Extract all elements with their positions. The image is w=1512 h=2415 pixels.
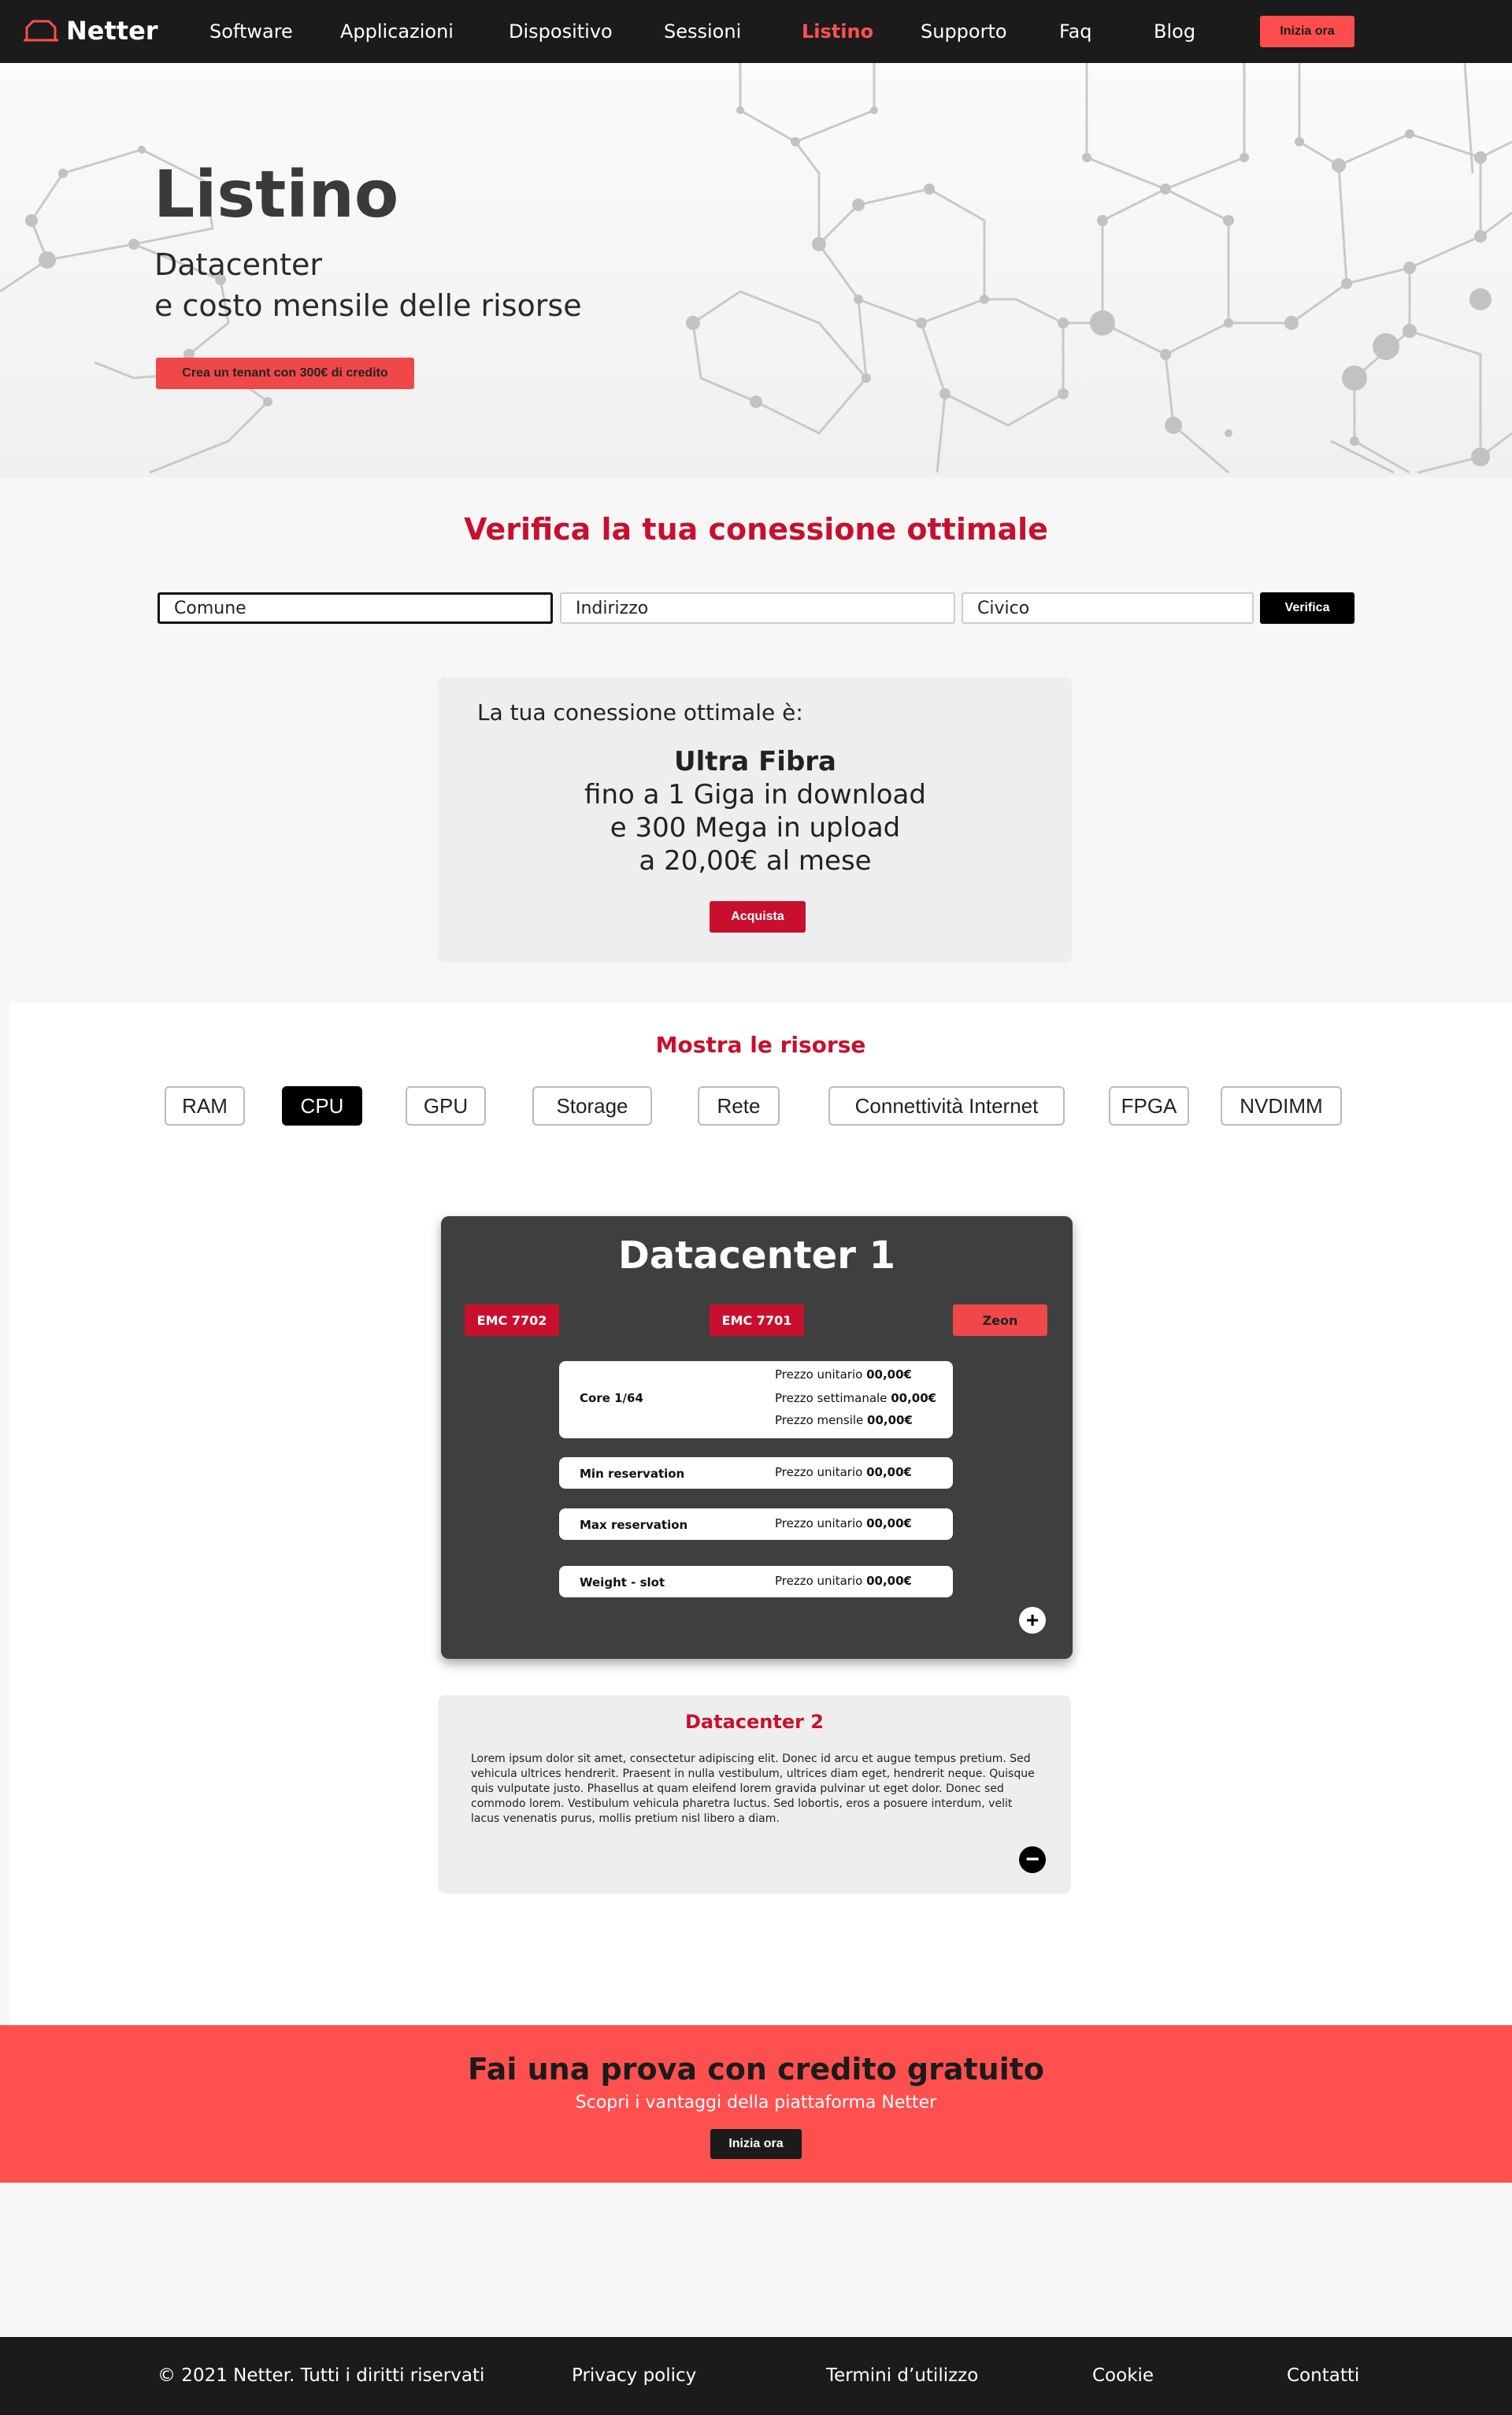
tab-storage[interactable]: Storage	[532, 1086, 652, 1126]
tab-ram[interactable]: RAM	[165, 1086, 245, 1126]
cloud-logo-icon	[24, 20, 58, 42]
tab-nvdimm[interactable]: NVDIMM	[1221, 1086, 1342, 1126]
row-core: Core 1/64 Prezzo unitario 00,00€ Prezzo …	[559, 1361, 953, 1438]
min-reservation-price: Prezzo unitario 00,00€	[775, 1465, 912, 1479]
page-title: Listino	[154, 158, 399, 232]
tab-connettivita[interactable]: Connettività Internet	[828, 1086, 1065, 1126]
free-credit-banner: Fai una prova con credito gratuito Scopr…	[0, 2025, 1512, 2183]
connection-result-card: La tua conessione ottimale è: Ultra Fibr…	[438, 677, 1073, 963]
top-navbar: Netter Software Applicazioni Dispositivo…	[0, 0, 1512, 63]
nav-start-button[interactable]: Inizia ora	[1260, 16, 1354, 47]
result-upload: e 300 Mega in upload	[610, 812, 901, 844]
footer-copyright: © 2021 Netter. Tutti i diritti riservati	[158, 2365, 485, 2386]
core-weekly-price: Prezzo settimanale 00,00€	[775, 1391, 937, 1405]
tab-rete[interactable]: Rete	[698, 1086, 780, 1126]
weight-slot-price: Prezzo unitario 00,00€	[775, 1574, 912, 1588]
row-max-reservation: Max reservation Prezzo unitario 00,00€	[559, 1508, 953, 1540]
result-download: fino a 1 Giga in download	[584, 779, 926, 811]
civico-input[interactable]	[962, 592, 1254, 624]
create-tenant-button[interactable]: Crea un tenant con 300€ di credito	[156, 358, 414, 389]
max-reservation-label: Max reservation	[580, 1518, 688, 1532]
cta-title: Fai una prova con credito gratuito	[467, 2052, 1045, 2087]
result-price: a 20,00€ al mese	[639, 845, 872, 877]
weight-slot-label: Weight - slot	[580, 1575, 665, 1590]
brand-name: Netter	[66, 16, 158, 46]
verify-button[interactable]: Verifica	[1260, 592, 1354, 624]
row-min-reservation: Min reservation Prezzo unitario 00,00€	[559, 1457, 953, 1489]
tab-fpga[interactable]: FPGA	[1109, 1086, 1189, 1126]
collapse-minus-icon[interactable]: −	[1019, 1846, 1046, 1873]
result-lead-text: La tua conessione ottimale è:	[477, 699, 803, 725]
hero-banner: Listino Datacenter e costo mensile delle…	[0, 63, 1512, 477]
cta-subtitle: Scopri i vantaggi della piattaforma Nett…	[575, 2093, 937, 2113]
tab-gpu[interactable]: GPU	[406, 1086, 486, 1126]
resources-title: Mostra le risorse	[655, 1032, 866, 1058]
result-product-name: Ultra Fibra	[674, 746, 836, 777]
max-reservation-price: Prezzo unitario 00,00€	[775, 1516, 912, 1530]
nav-link-listino[interactable]: Listino	[802, 20, 873, 43]
nav-link-software[interactable]: Software	[209, 20, 293, 43]
core-label: Core 1/64	[580, 1391, 643, 1405]
verify-section-title: Verifica la tua conessione ottimale	[464, 512, 1048, 547]
hero-subtitle-line2: e costo mensile delle risorse	[154, 288, 582, 323]
nav-link-sessioni[interactable]: Sessioni	[664, 20, 741, 43]
nav-link-supporto[interactable]: Supporto	[921, 20, 1007, 43]
hero-subtitle-line1: Datacenter	[154, 247, 322, 282]
cta-start-button[interactable]: Inizia ora	[710, 2129, 802, 2159]
tag-emc-7702[interactable]: EMC 7702	[465, 1304, 559, 1336]
datacenter-1-title: Datacenter 1	[617, 1233, 896, 1278]
footer-privacy-link[interactable]: Privacy policy	[572, 2365, 696, 2386]
datacenter-2-description: Lorem ipsum dolor sit amet, consectetur …	[471, 1753, 1035, 1825]
indirizzo-input[interactable]	[560, 592, 955, 624]
row-weight-slot: Weight - slot Prezzo unitario 00,00€	[559, 1566, 953, 1597]
core-unit-price: Prezzo unitario 00,00€	[775, 1367, 912, 1382]
nav-link-dispositivo[interactable]: Dispositivo	[509, 20, 613, 43]
datacenter-1-card: Datacenter 1 EMC 7702 EMC 7701 Zeon Core…	[441, 1216, 1073, 1659]
nav-link-faq[interactable]: Faq	[1059, 20, 1092, 43]
min-reservation-label: Min reservation	[580, 1467, 685, 1481]
expand-plus-icon[interactable]: +	[1019, 1607, 1046, 1634]
footer-cookie-link[interactable]: Cookie	[1092, 2365, 1154, 2386]
tag-zeon[interactable]: Zeon	[953, 1304, 1047, 1336]
nav-link-applicazioni[interactable]: Applicazioni	[340, 20, 454, 43]
core-monthly-price: Prezzo mensile 00,00€	[775, 1413, 913, 1427]
buy-button[interactable]: Acquista	[710, 901, 806, 933]
nav-link-blog[interactable]: Blog	[1154, 20, 1195, 43]
result-details: Ultra Fibra fino a 1 Giga in download e …	[438, 745, 1073, 877]
tag-emc-7701[interactable]: EMC 7701	[710, 1304, 804, 1336]
datacenter-2-title: Datacenter 2	[684, 1711, 824, 1733]
hero-subtitle: Datacenter e costo mensile delle risorse	[154, 244, 582, 326]
comune-input[interactable]	[158, 592, 553, 624]
datacenter-2-card: Datacenter 2 Lorem ipsum dolor sit amet,…	[438, 1695, 1071, 1894]
tab-cpu[interactable]: CPU	[282, 1086, 362, 1126]
footer: © 2021 Netter. Tutti i diritti riservati…	[0, 2337, 1512, 2415]
brand-logo[interactable]: Netter	[22, 16, 158, 46]
footer-contacts-link[interactable]: Contatti	[1287, 2365, 1359, 2386]
footer-terms-link[interactable]: Termini d’utilizzo	[826, 2365, 978, 2386]
